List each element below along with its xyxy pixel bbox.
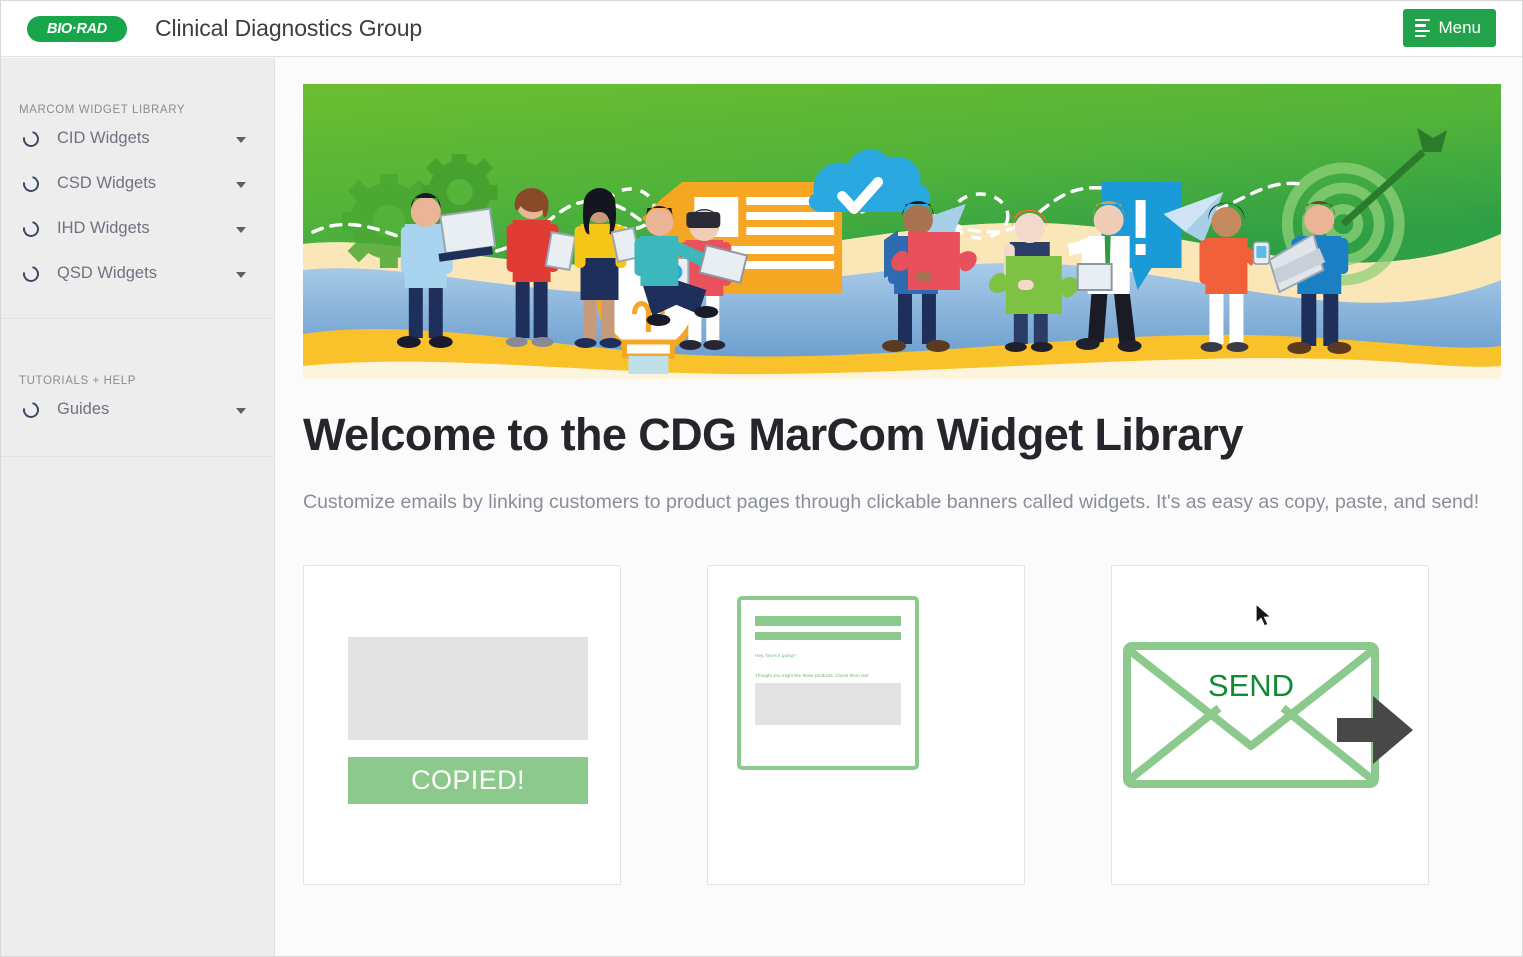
sidebar-group-tutorials: TUTORIALS + HELP Guides: [1, 319, 274, 457]
page-content: Welcome to the CDG MarCom Widget Library…: [276, 409, 1522, 886]
chevron-down-icon[interactable]: [236, 271, 246, 278]
loading-circle-icon: [19, 262, 43, 285]
sidebar: MARCOM WIDGET LIBRARY CID Widgets CSD Wi…: [1, 58, 275, 956]
chevron-down-icon[interactable]: [236, 226, 246, 233]
sidebar-item-label: IHD Widgets: [57, 219, 150, 237]
sidebar-item-label: CID Widgets: [57, 129, 150, 147]
app-header: BIO·RAD Clinical Diagnostics Group Menu: [1, 1, 1522, 57]
email-body-line-2: Thought you might like these products. C…: [755, 673, 869, 679]
main-content: Welcome to the CDG MarCom Widget Library…: [276, 58, 1522, 956]
biorad-logo[interactable]: BIO·RAD: [27, 15, 127, 42]
chevron-down-icon[interactable]: [236, 407, 246, 414]
app-title: Clinical Diagnostics Group: [155, 15, 423, 41]
sidebar-item-ihd-widgets[interactable]: IHD Widgets: [1, 206, 274, 251]
sidebar-item-csd-widgets[interactable]: CSD Widgets: [1, 161, 274, 206]
email-body-line-1: Hey, how's it going?: [755, 653, 796, 659]
hero-banner-illustration: [303, 84, 1501, 379]
step-cards-row: COPIED! Hey, how's it going? Thought you…: [303, 565, 1497, 886]
page-description: Customize emails by linking customers to…: [303, 491, 1480, 514]
widget-placeholder-image: [348, 637, 588, 741]
sidebar-item-label: CSD Widgets: [57, 174, 157, 192]
sidebar-section-label-tutorials: TUTORIALS + HELP: [19, 375, 137, 387]
sidebar-item-label: Guides: [57, 400, 110, 418]
sidebar-divider: [1, 456, 274, 457]
envelope-graphic: SEND: [1119, 626, 1423, 796]
loading-circle-icon: [19, 127, 43, 150]
sidebar-item-label: QSD Widgets: [57, 264, 157, 282]
email-subheader-bar: [755, 632, 901, 641]
chevron-down-icon[interactable]: [236, 136, 246, 143]
email-mockup: Hey, how's it going? Thought you might l…: [737, 596, 919, 771]
page-title: Welcome to the CDG MarCom Widget Library: [303, 409, 1243, 460]
sidebar-item-cid-widgets[interactable]: CID Widgets: [1, 116, 274, 161]
card-copy[interactable]: COPIED!: [303, 565, 621, 886]
envelope-send-label: SEND: [1208, 668, 1294, 703]
copied-button[interactable]: COPIED!: [348, 757, 588, 805]
hero-illustration-svg: [303, 84, 1501, 379]
sidebar-item-guides[interactable]: Guides: [1, 387, 274, 432]
loading-circle-icon: [19, 172, 43, 195]
envelope-svg: SEND: [1123, 642, 1413, 789]
sidebar-group-marcom: MARCOM WIDGET LIBRARY CID Widgets CSD Wi…: [1, 58, 274, 319]
hamburger-icon: [1415, 18, 1431, 38]
logo-text: BIO·RAD: [47, 20, 107, 37]
sidebar-item-qsd-widgets[interactable]: QSD Widgets: [1, 251, 274, 296]
chevron-down-icon[interactable]: [236, 181, 246, 188]
card-paste[interactable]: Hey, how's it going? Thought you might l…: [707, 565, 1025, 886]
email-header-bar: [755, 616, 901, 627]
card-send[interactable]: SEND: [1111, 565, 1429, 886]
email-embedded-widget-image: [755, 682, 901, 725]
loading-circle-icon: [19, 217, 43, 240]
menu-button-label: Menu: [1438, 18, 1481, 37]
sidebar-section-label-marcom: MARCOM WIDGET LIBRARY: [19, 104, 186, 116]
loading-circle-icon: [19, 398, 43, 421]
app-window: BIO·RAD Clinical Diagnostics Group Menu …: [0, 0, 1523, 957]
menu-button[interactable]: Menu: [1403, 9, 1496, 47]
